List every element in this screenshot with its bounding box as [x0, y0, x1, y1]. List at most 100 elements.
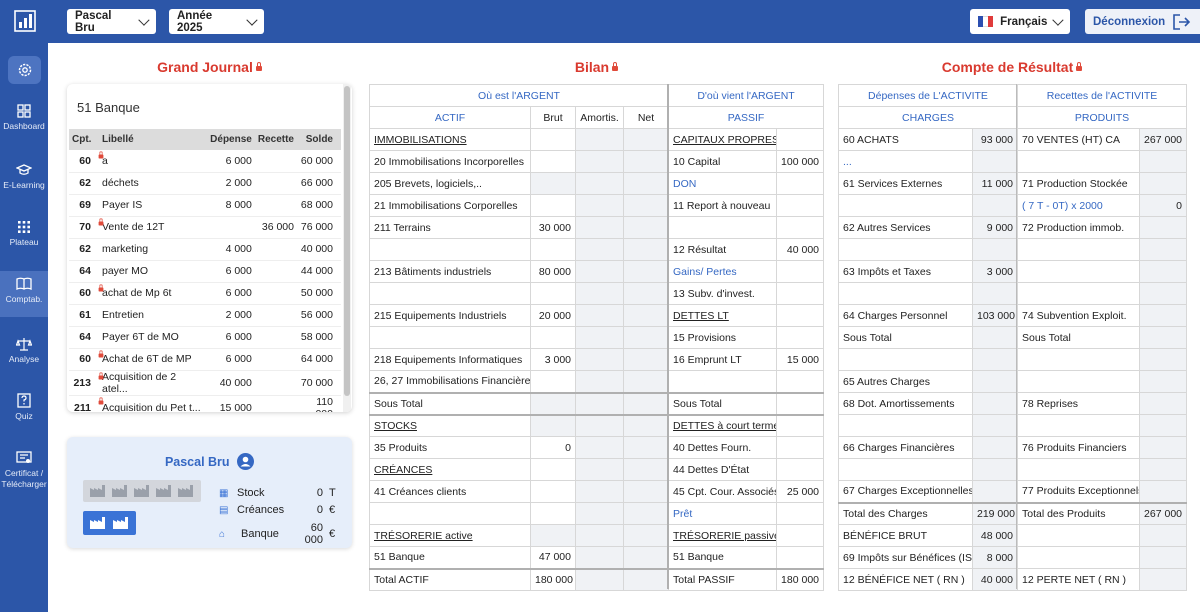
- sidebar-item-certificat[interactable]: Certificat / Télécharger: [0, 451, 48, 497]
- table-row[interactable]: 70 Vente de 12T 36 000 76 000: [69, 216, 341, 239]
- year-select[interactable]: Année 2025: [169, 9, 264, 34]
- table-row[interactable]: 61 Entretien 2 000 56 000: [69, 304, 341, 327]
- resultat-cell: 9 000: [972, 216, 1018, 239]
- table-row[interactable]: 211Acquisition du Pet t...15 000 110 000: [69, 395, 341, 412]
- bilan-cell: [668, 370, 778, 393]
- resultat-cell: Total des Charges: [838, 501, 973, 525]
- resultat-cell: [1138, 392, 1188, 415]
- journal-cell-lib: Payer 6T de MO: [98, 326, 207, 349]
- journal-cell-dep: 2 000: [206, 172, 255, 195]
- resultat-cell: 72 Production immob.: [1017, 216, 1140, 239]
- player-select-value: Pascal Bru: [75, 9, 112, 34]
- sidebar-item-elearning[interactable]: E-Learning: [0, 163, 48, 197]
- resultat-cell: [1017, 458, 1140, 481]
- journal-cell-lib: Acquisition du Pet t...: [98, 395, 207, 412]
- chevron-down-icon: [138, 13, 150, 26]
- user-avatar-icon[interactable]: [237, 453, 255, 470]
- bilan-left-header: Où est l'ARGENT: [368, 84, 670, 107]
- resultat-divider: [1016, 84, 1017, 589]
- factory-slots-inactive: [83, 480, 201, 502]
- table-row[interactable]: 69 Payer IS 8 000 68 000: [69, 194, 341, 217]
- journal-cell-dep: 4 000: [206, 238, 255, 261]
- resultat-cell: 93 000: [972, 128, 1018, 151]
- bilan-right-header: D'où vient l'ARGENT: [668, 84, 825, 107]
- journal-cell-lib: a: [98, 150, 207, 173]
- sidebar-item-analyse[interactable]: Analyse: [0, 337, 48, 371]
- sidebar-item-label: Dashboard: [3, 121, 45, 131]
- bilan-row: Prêt: [369, 502, 825, 525]
- resultat-cell: [972, 282, 1018, 305]
- bilan-cell: [776, 370, 825, 393]
- bilan-row: IMMOBILISATIONS CAPITAUX PROPRES: [369, 128, 825, 151]
- table-row[interactable]: 62 déchets 2 000 66 000: [69, 172, 341, 195]
- journal-cell-cpt: 60: [69, 282, 99, 305]
- resultat-row: [838, 348, 1188, 371]
- table-row[interactable]: 60 Achat de 6T de MP 6 000 64 000: [69, 348, 341, 371]
- bilan-cell: 13 Subv. d'invest.: [668, 282, 778, 305]
- scrollbar[interactable]: [343, 84, 351, 412]
- sidebar-item-comptab[interactable]: Comptab.: [0, 271, 48, 317]
- sidebar-item-plateau[interactable]: Plateau: [0, 220, 48, 254]
- journal-cell-cpt: 60: [69, 150, 99, 173]
- resultat-row: 65 Autres Charges: [838, 370, 1188, 393]
- lock-icon: [98, 151, 104, 159]
- table-row[interactable]: 64 payer MO 6 000 44 000: [69, 260, 341, 283]
- resultat-cell: [838, 194, 973, 217]
- chevron-down-icon: [1052, 13, 1064, 26]
- resultat-cell: [1138, 546, 1188, 569]
- book-icon: [16, 277, 32, 290]
- sidebar-item-dashboard[interactable]: Dashboard: [0, 104, 48, 138]
- bilan-cell: [530, 458, 576, 481]
- journal-cell-lib: Entretien: [98, 304, 207, 327]
- player-select[interactable]: Pascal Bru: [67, 9, 156, 34]
- table-row[interactable]: 60 a 6 000 60 000: [69, 150, 341, 173]
- bilan-cell: Gains/ Pertes: [668, 260, 778, 283]
- journal-cell-lib: Vente de 12T: [98, 216, 207, 239]
- resultat-cell: 60 ACHATS: [838, 128, 973, 151]
- gear-icon: [18, 63, 31, 77]
- journal-cell-rec: [254, 326, 297, 349]
- resultat-cell: 267 000: [1138, 128, 1188, 151]
- resultat-cell: [1138, 370, 1188, 393]
- bilan-cell: [622, 524, 670, 547]
- language-select[interactable]: Français: [970, 9, 1070, 34]
- table-row[interactable]: 64 Payer 6T de MO 6 000 58 000: [69, 326, 341, 349]
- bilan-cell: [530, 502, 576, 525]
- factory-slots-active[interactable]: [83, 511, 136, 535]
- bilan-row: 21 Immobilisations Corporelles 11 Report …: [369, 194, 825, 217]
- scale-icon: [16, 338, 32, 351]
- bilan-cell: [776, 391, 825, 415]
- chart-building-icon[interactable]: [12, 8, 38, 34]
- scrollbar-thumb[interactable]: [344, 86, 350, 396]
- bilan-cell: [622, 326, 670, 349]
- bilan-cell: [530, 150, 576, 173]
- stat-label: Créances: [237, 504, 285, 516]
- settings-button[interactable]: [8, 56, 41, 84]
- bilan-cell: 15 000: [776, 348, 825, 371]
- resultat-cell: [1017, 282, 1140, 305]
- resultat-group-header: Dépenses de L'ACTIVITE Recettes de l'ACT…: [838, 84, 1188, 107]
- resultat-cell: [972, 348, 1018, 371]
- bilan-cell: [776, 128, 825, 151]
- resultat-cell: Sous Total: [1017, 326, 1140, 349]
- resultat-cell: 3 000: [972, 260, 1018, 283]
- bilan-cell: [776, 326, 825, 349]
- resultat-cell: [838, 414, 973, 437]
- table-row[interactable]: 60 achat de Mp 6t 6 000 50 000: [69, 282, 341, 305]
- resultat-cell: 103 000: [972, 304, 1018, 327]
- bilan-col-header: ACTIF Brut Amortis. Net PASSIF: [369, 106, 825, 129]
- resultat-row: 64 Charges Personnel 103 000 74 Subvention…: [838, 304, 1188, 327]
- resultat-cell: 219 000: [972, 501, 1018, 525]
- table-row[interactable]: 62 marketing 4 000 40 000: [69, 238, 341, 261]
- logout-button[interactable]: Déconnexion: [1085, 9, 1200, 34]
- year-select-value: Année 2025: [177, 9, 213, 34]
- sidebar-item-quiz[interactable]: Quiz: [0, 393, 48, 427]
- resultat-cell: [1017, 348, 1140, 371]
- bilan-cell: [575, 172, 624, 195]
- resultat-row: 12 BÉNÉFICE NET ( RN ) 40 000 12 PERTE NET…: [838, 568, 1188, 591]
- bilan-cell: [622, 128, 670, 151]
- journal-cell-solde: 56 000: [296, 304, 341, 327]
- table-row[interactable]: 213 Acquisition de 2 atel... 40 000 70 000: [69, 370, 341, 396]
- bilan-cell: [622, 370, 670, 393]
- bilan-row: 215 Equipements Industriels 20 000 DETTES …: [369, 304, 825, 327]
